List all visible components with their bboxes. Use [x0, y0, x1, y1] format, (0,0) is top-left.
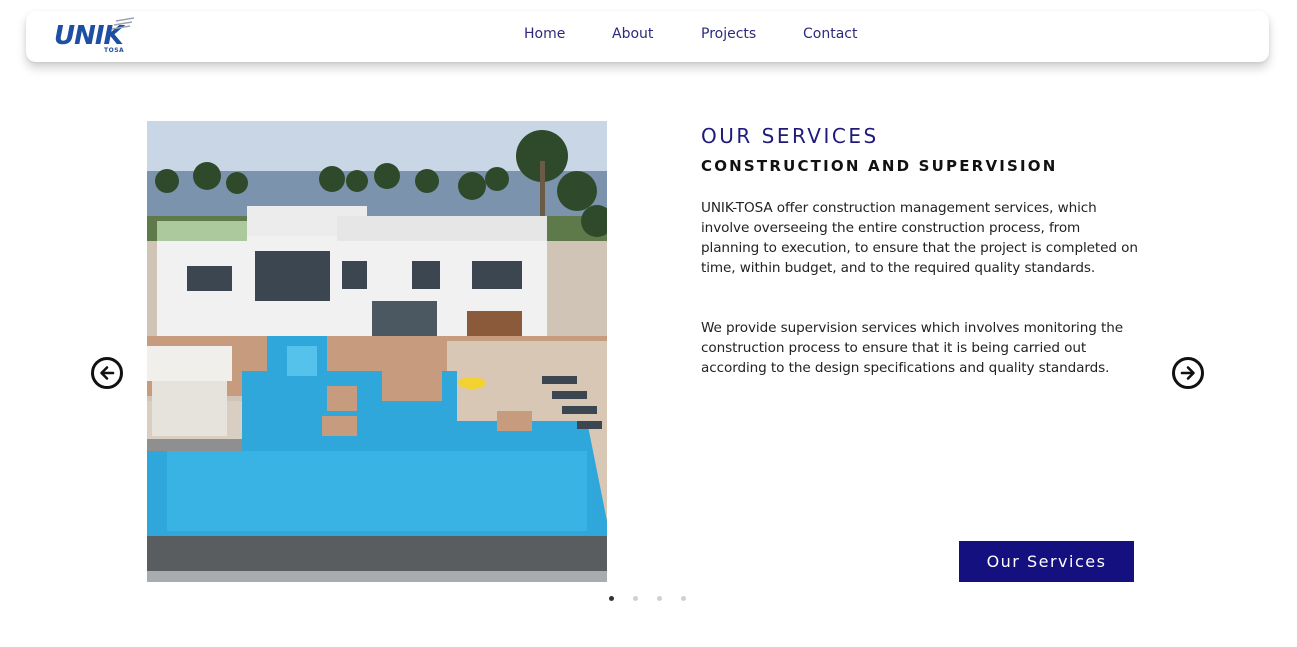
our-services-button[interactable]: Our Services	[959, 541, 1134, 582]
carousel-prev-button[interactable]	[91, 357, 123, 389]
carousel-next-button[interactable]	[1172, 357, 1204, 389]
section-title: OUR SERVICES	[701, 124, 879, 148]
arrow-right-circle-icon	[1180, 366, 1195, 380]
nav-contact[interactable]: Contact	[803, 26, 857, 42]
carousel-dot-1[interactable]	[609, 596, 614, 601]
navbar: UNIK TOSA Home About Projects Contact	[26, 11, 1269, 62]
paragraph-supervision: We provide supervision services which in…	[701, 320, 1124, 376]
carousel-dot-3[interactable]	[657, 596, 662, 601]
main-nav: Home About Projects Contact	[26, 11, 1269, 62]
slide-photo	[147, 121, 607, 582]
paragraph-construction: UNIK-TOSA offer construction management …	[701, 200, 1138, 276]
nav-projects[interactable]: Projects	[701, 26, 756, 42]
nav-about[interactable]: About	[612, 26, 653, 42]
carousel-dot-2[interactable]	[633, 596, 638, 601]
nav-home[interactable]: Home	[524, 26, 565, 42]
carousel-dot-4[interactable]	[681, 596, 686, 601]
section-subtitle: CONSTRUCTION AND SUPERVISION	[701, 157, 1058, 175]
arrow-left-circle-icon	[100, 366, 115, 380]
